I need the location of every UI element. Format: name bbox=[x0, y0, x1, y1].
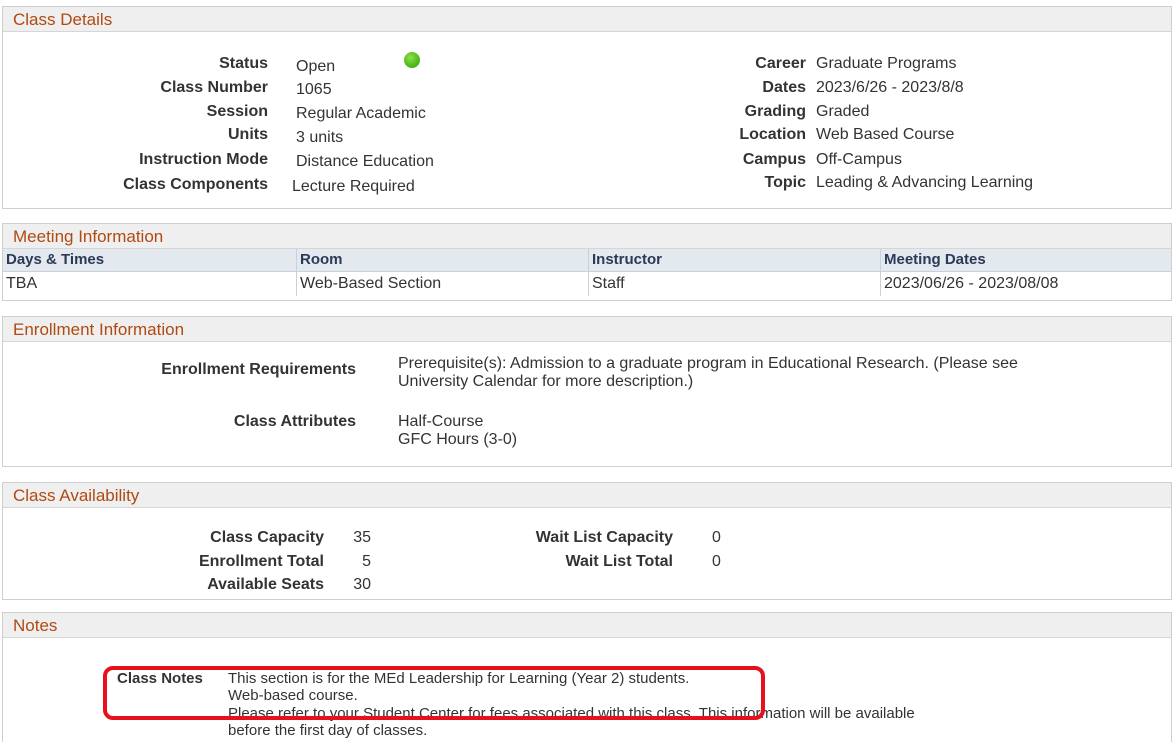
status-value: Open bbox=[296, 58, 336, 75]
enrollment-requirements-line-1: Prerequisite(s): Admission to a graduate… bbox=[398, 355, 1018, 372]
meeting-information-panel: Meeting Information Days & Times Room In… bbox=[2, 223, 1172, 301]
meeting-information-header: Meeting Information bbox=[3, 224, 1171, 249]
column-instructor: Instructor bbox=[588, 249, 880, 271]
location-label: Location bbox=[739, 126, 806, 143]
enrollment-information-panel: Enrollment Information Enrollment Requir… bbox=[2, 316, 1172, 467]
column-days-times: Days & Times bbox=[6, 251, 105, 268]
class-number-value: 1065 bbox=[296, 81, 332, 98]
career-label: Career bbox=[755, 55, 806, 72]
column-meeting-dates: Meeting Dates bbox=[880, 249, 1171, 271]
wait-list-capacity-value: 0 bbox=[712, 529, 721, 546]
class-notes-line-4: before the first day of classes. bbox=[228, 722, 428, 739]
available-seats-label: Available Seats bbox=[207, 576, 324, 593]
grading-label: Grading bbox=[744, 103, 806, 120]
open-status-icon bbox=[404, 52, 420, 68]
class-availability-header: Class Availability bbox=[3, 483, 1171, 508]
class-capacity-label: Class Capacity bbox=[210, 529, 324, 546]
enrollment-requirements-line-2: University Calendar for more description… bbox=[398, 373, 694, 390]
career-value: Graduate Programs bbox=[816, 55, 957, 72]
topic-label: Topic bbox=[764, 174, 806, 191]
meeting-table: Days & Times Room Instructor Meeting Dat… bbox=[3, 249, 1171, 296]
location-value: Web Based Course bbox=[816, 126, 955, 143]
campus-label: Campus bbox=[742, 151, 806, 168]
class-attributes-label: Class Attributes bbox=[233, 413, 356, 430]
notes-header: Notes bbox=[3, 613, 1171, 638]
class-components-value: Lecture Required bbox=[292, 178, 415, 195]
units-value: 3 units bbox=[296, 129, 344, 146]
grading-value: Graded bbox=[816, 103, 870, 120]
wait-list-capacity-label: Wait List Capacity bbox=[535, 529, 673, 546]
session-value: Regular Academic bbox=[296, 105, 426, 122]
class-components-label: Class Components bbox=[123, 176, 268, 193]
enrollment-total-label: Enrollment Total bbox=[198, 553, 324, 570]
enrollment-total-value: 5 bbox=[362, 553, 371, 570]
class-attribute-2: GFC Hours (3-0) bbox=[398, 431, 518, 448]
session-label: Session bbox=[206, 103, 268, 120]
table-row: TBA Web-Based Section Staff 2023/06/26 -… bbox=[3, 272, 1171, 296]
column-room: Room bbox=[296, 249, 588, 271]
units-label: Units bbox=[228, 126, 268, 143]
class-number-label: Class Number bbox=[160, 79, 268, 96]
cell-room: Web-Based Section bbox=[296, 272, 588, 296]
cell-days-times: TBA bbox=[6, 275, 38, 292]
wait-list-total-value: 0 bbox=[712, 553, 721, 570]
dates-value: 2023/6/26 - 2023/8/8 bbox=[816, 79, 964, 96]
instruction-mode-label: Instruction Mode bbox=[139, 151, 268, 168]
campus-value: Off-Campus bbox=[816, 151, 902, 168]
class-attribute-1: Half-Course bbox=[398, 413, 484, 430]
cell-instructor: Staff bbox=[588, 272, 880, 296]
instruction-mode-value: Distance Education bbox=[296, 153, 434, 170]
class-availability-panel: Class Availability Class Capacity 35 Enr… bbox=[2, 482, 1172, 600]
class-details-header: Class Details bbox=[3, 7, 1171, 32]
class-capacity-value: 35 bbox=[353, 529, 371, 546]
dates-label: Dates bbox=[762, 79, 806, 96]
status-label: Status bbox=[219, 55, 268, 72]
topic-value: Leading & Advancing Learning bbox=[816, 174, 1034, 191]
wait-list-total-label: Wait List Total bbox=[565, 553, 673, 570]
class-details-panel: Class Details Status Open Class Number 1… bbox=[2, 6, 1172, 209]
cell-meeting-dates: 2023/06/26 - 2023/08/08 bbox=[880, 272, 1171, 296]
red-highlight-box bbox=[103, 666, 765, 720]
available-seats-value: 30 bbox=[353, 576, 371, 593]
meeting-table-header-row: Days & Times Room Instructor Meeting Dat… bbox=[3, 249, 1171, 272]
enrollment-requirements-label: Enrollment Requirements bbox=[161, 361, 356, 378]
enrollment-information-header: Enrollment Information bbox=[3, 317, 1171, 342]
